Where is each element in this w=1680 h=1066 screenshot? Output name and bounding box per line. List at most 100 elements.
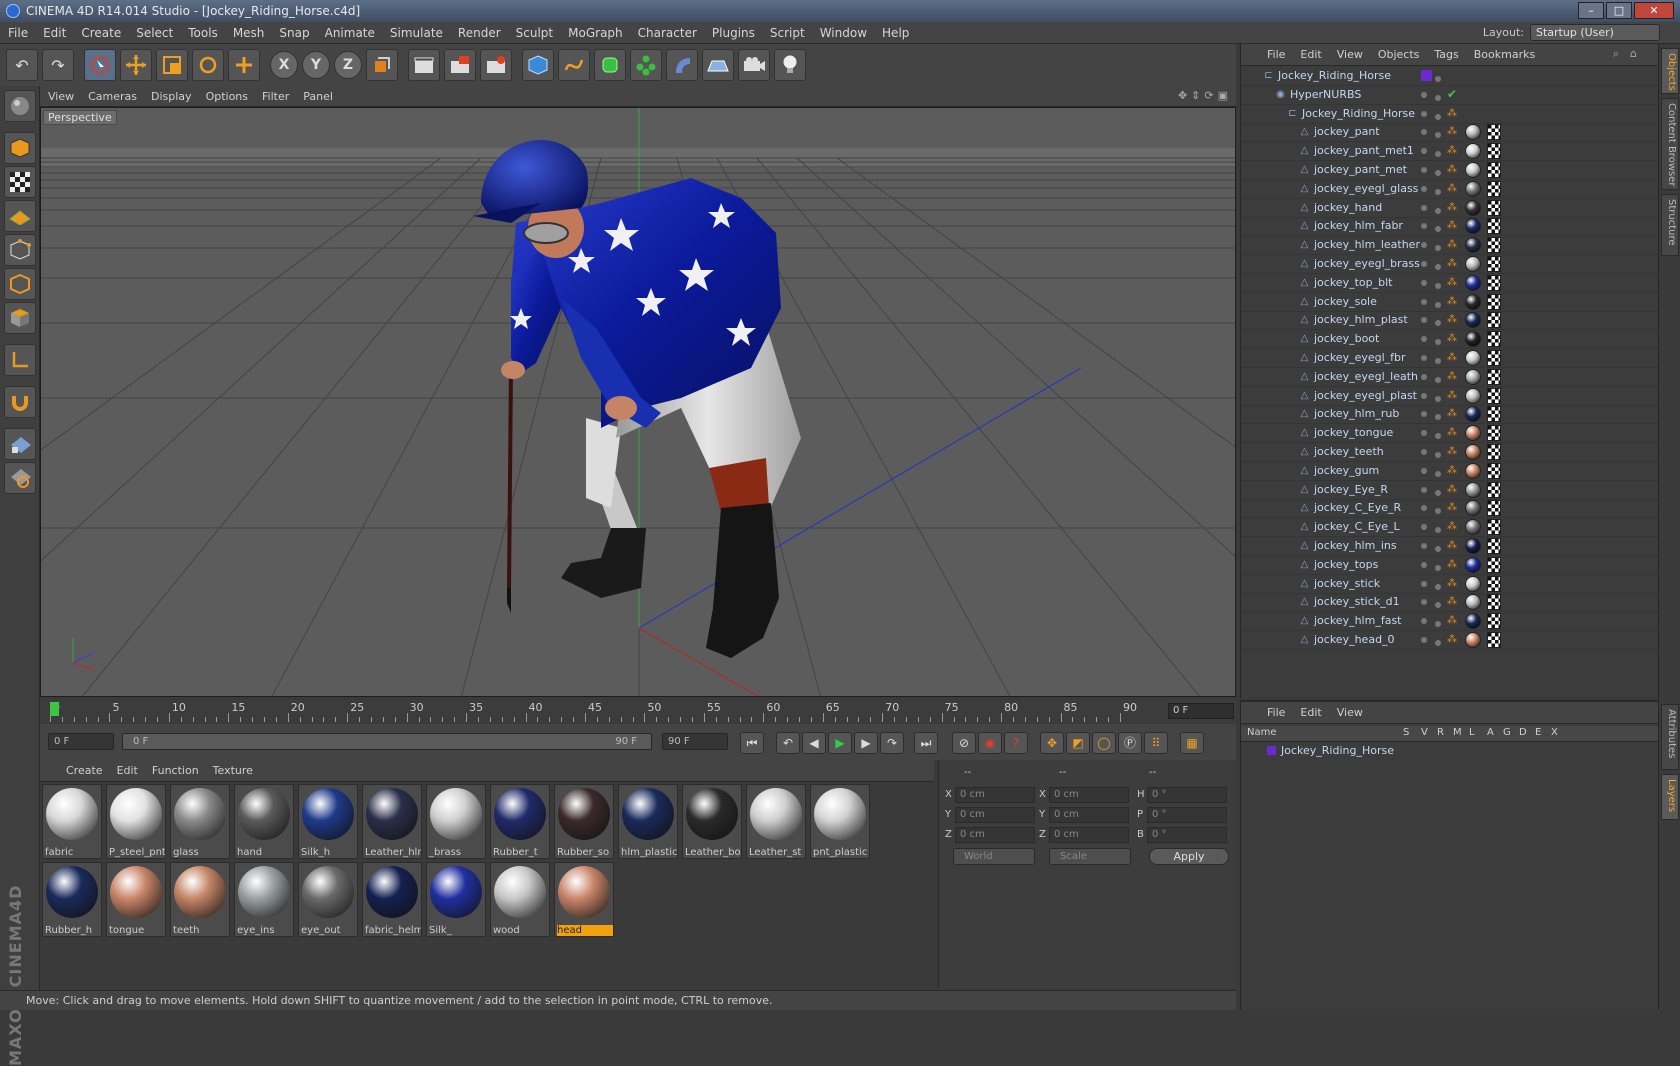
autokeying-button[interactable]: ◉ bbox=[978, 732, 1002, 754]
objects-menu-bookmarks[interactable]: Bookmarks bbox=[1474, 48, 1535, 61]
editor-visibility-dot[interactable] bbox=[1421, 129, 1427, 136]
material-swatch[interactable]: fabric bbox=[42, 784, 102, 859]
render-visibility-dot[interactable] bbox=[1435, 546, 1441, 552]
workplane-mode-button[interactable] bbox=[4, 200, 36, 232]
object-row[interactable]: △ jockey_Eye_R ⁂ bbox=[1241, 480, 1659, 500]
object-name[interactable]: jockey_pant_met bbox=[1314, 163, 1407, 176]
material-tag-icon[interactable] bbox=[1465, 143, 1481, 160]
object-name[interactable]: jockey_hlm_plast bbox=[1314, 313, 1408, 326]
object-name[interactable]: jockey_C_Eye_L bbox=[1314, 520, 1400, 533]
uvw-tag-icon[interactable] bbox=[1487, 312, 1501, 329]
material-tag-icon[interactable] bbox=[1465, 406, 1481, 423]
render-visibility-dot[interactable] bbox=[1435, 564, 1441, 571]
editor-visibility-dot[interactable] bbox=[1421, 242, 1427, 249]
rotate-tool-button[interactable] bbox=[192, 49, 224, 81]
editor-visibility-dot[interactable] bbox=[1421, 279, 1427, 286]
uvw-tag-icon[interactable] bbox=[1487, 237, 1501, 254]
material-menu-function[interactable]: Function bbox=[152, 764, 199, 777]
object-name[interactable]: jockey_pant bbox=[1314, 125, 1380, 138]
object-row[interactable]: △ jockey_pant ⁂ bbox=[1241, 122, 1659, 143]
object-row[interactable]: △ jockey_eyegl_brass ⁂ bbox=[1241, 254, 1659, 274]
uvw-tag-icon[interactable] bbox=[1487, 350, 1501, 366]
object-row[interactable]: △ jockey_sole ⁂ bbox=[1241, 292, 1659, 312]
object-row[interactable]: △ jockey_hlm_fabr ⁂ bbox=[1241, 216, 1659, 237]
texture-mode-button[interactable] bbox=[4, 166, 36, 198]
material-tag-icon[interactable] bbox=[1465, 331, 1481, 348]
phong-tag-icon[interactable]: ⁂ bbox=[1447, 202, 1459, 214]
editor-visibility-dot[interactable] bbox=[1421, 486, 1427, 493]
phong-tag-icon[interactable]: ⁂ bbox=[1447, 126, 1459, 138]
editor-visibility-dot[interactable] bbox=[1421, 223, 1427, 230]
object-row[interactable]: △ jockey_pant_met1 ⁂ bbox=[1241, 141, 1659, 162]
render-visibility-dot[interactable] bbox=[1435, 226, 1441, 233]
object-row[interactable]: △ jockey_hand ⁂ bbox=[1241, 198, 1659, 218]
apply-button[interactable]: Apply bbox=[1149, 848, 1229, 865]
object-name[interactable]: jockey_tops bbox=[1314, 558, 1378, 571]
material-tag-icon[interactable] bbox=[1465, 162, 1481, 178]
material-swatch[interactable]: hand bbox=[234, 784, 294, 859]
menu-snap[interactable]: Snap bbox=[279, 26, 309, 40]
object-row[interactable]: △ jockey_tongue ⁂ bbox=[1241, 423, 1659, 444]
object-row[interactable]: △ jockey_pant_met ⁂ bbox=[1241, 160, 1659, 180]
layer-color-swatch[interactable] bbox=[1421, 70, 1432, 81]
tab-layers[interactable]: Layers bbox=[1661, 774, 1679, 820]
render-visibility-dot[interactable] bbox=[1435, 508, 1441, 515]
uvw-tag-icon[interactable] bbox=[1487, 218, 1501, 235]
material-menu-create[interactable]: Create bbox=[66, 764, 103, 777]
model-mode-button[interactable] bbox=[4, 132, 36, 164]
material-menu-edit[interactable]: Edit bbox=[117, 764, 138, 777]
render-visibility-dot[interactable] bbox=[1435, 621, 1441, 628]
material-tag-icon[interactable] bbox=[1465, 312, 1481, 329]
editor-visibility-dot[interactable] bbox=[1421, 543, 1427, 549]
objects-menu-edit[interactable]: Edit bbox=[1300, 48, 1321, 61]
editor-visibility-dot[interactable] bbox=[1421, 91, 1427, 98]
object-row[interactable]: △ jockey_head_0 ⁂ bbox=[1241, 630, 1659, 650]
redo-button[interactable]: ↷ bbox=[42, 49, 74, 81]
menu-animate[interactable]: Animate bbox=[325, 26, 375, 40]
material-tag-icon[interactable] bbox=[1465, 519, 1481, 536]
tab-attributes[interactable]: Attributes bbox=[1661, 704, 1679, 770]
uvw-tag-icon[interactable] bbox=[1487, 632, 1501, 648]
material-tag-icon[interactable] bbox=[1465, 368, 1481, 385]
editor-visibility-dot[interactable] bbox=[1421, 373, 1427, 380]
viewport-menu-display[interactable]: Display bbox=[151, 90, 192, 103]
material-tag-icon[interactable] bbox=[1465, 218, 1481, 235]
render-visibility-dot[interactable] bbox=[1435, 527, 1441, 534]
object-name[interactable]: jockey_pant_met1 bbox=[1314, 144, 1414, 157]
undo-button[interactable]: ↶ bbox=[6, 49, 38, 81]
material-tag-icon[interactable] bbox=[1465, 444, 1481, 460]
phong-tag-icon[interactable]: ⁂ bbox=[1447, 314, 1459, 326]
end-frame-field[interactable]: 90 F bbox=[662, 733, 728, 750]
uvw-tag-icon[interactable] bbox=[1487, 500, 1501, 517]
layer-column-header[interactable]: Name bbox=[1247, 727, 1277, 738]
editor-visibility-dot[interactable] bbox=[1421, 392, 1427, 399]
environment-button[interactable] bbox=[702, 49, 734, 81]
pan-icon[interactable]: ✥ bbox=[1178, 89, 1187, 102]
phong-tag-icon[interactable]: ⁂ bbox=[1447, 239, 1459, 251]
scale-tool-button[interactable] bbox=[156, 49, 188, 81]
object-name[interactable]: jockey_eyegl_glass bbox=[1314, 182, 1418, 195]
phong-tag-icon[interactable]: ⁂ bbox=[1447, 634, 1459, 646]
render-visibility-dot[interactable] bbox=[1435, 583, 1441, 590]
uvw-tag-icon[interactable] bbox=[1487, 274, 1501, 291]
render-visibility-dot[interactable] bbox=[1435, 301, 1441, 308]
menu-mesh[interactable]: Mesh bbox=[233, 26, 265, 40]
minimize-button[interactable]: – bbox=[1578, 2, 1604, 19]
go-to-start-button[interactable]: ⏮ bbox=[740, 732, 764, 754]
z-axis-button[interactable]: Z bbox=[334, 51, 362, 79]
menu-edit[interactable]: Edit bbox=[43, 26, 66, 40]
uvw-tag-icon[interactable] bbox=[1487, 124, 1501, 141]
layer-name[interactable]: Jockey_Riding_Horse bbox=[1281, 744, 1394, 757]
layout-dropdown[interactable]: Startup (User) bbox=[1530, 24, 1660, 41]
points-mode-button[interactable] bbox=[4, 234, 36, 266]
object-row[interactable]: △ jockey_stick_d1 ⁂ bbox=[1241, 592, 1659, 613]
material-tag-icon[interactable] bbox=[1465, 462, 1481, 479]
object-row[interactable]: △ jockey_hlm_fast ⁂ bbox=[1241, 611, 1659, 632]
object-name[interactable]: jockey_tongue bbox=[1314, 426, 1393, 439]
object-row-hypernurbs[interactable]: ◉ HyperNURBS ✔ bbox=[1241, 85, 1659, 105]
object-row[interactable]: △ jockey_top_blt ⁂ bbox=[1241, 273, 1659, 293]
render-visibility-dot[interactable] bbox=[1435, 395, 1441, 402]
tab-content-browser[interactable]: Content Browser bbox=[1661, 98, 1679, 190]
object-name[interactable]: HyperNURBS bbox=[1290, 88, 1361, 101]
object-name[interactable]: jockey_gum bbox=[1314, 464, 1379, 477]
